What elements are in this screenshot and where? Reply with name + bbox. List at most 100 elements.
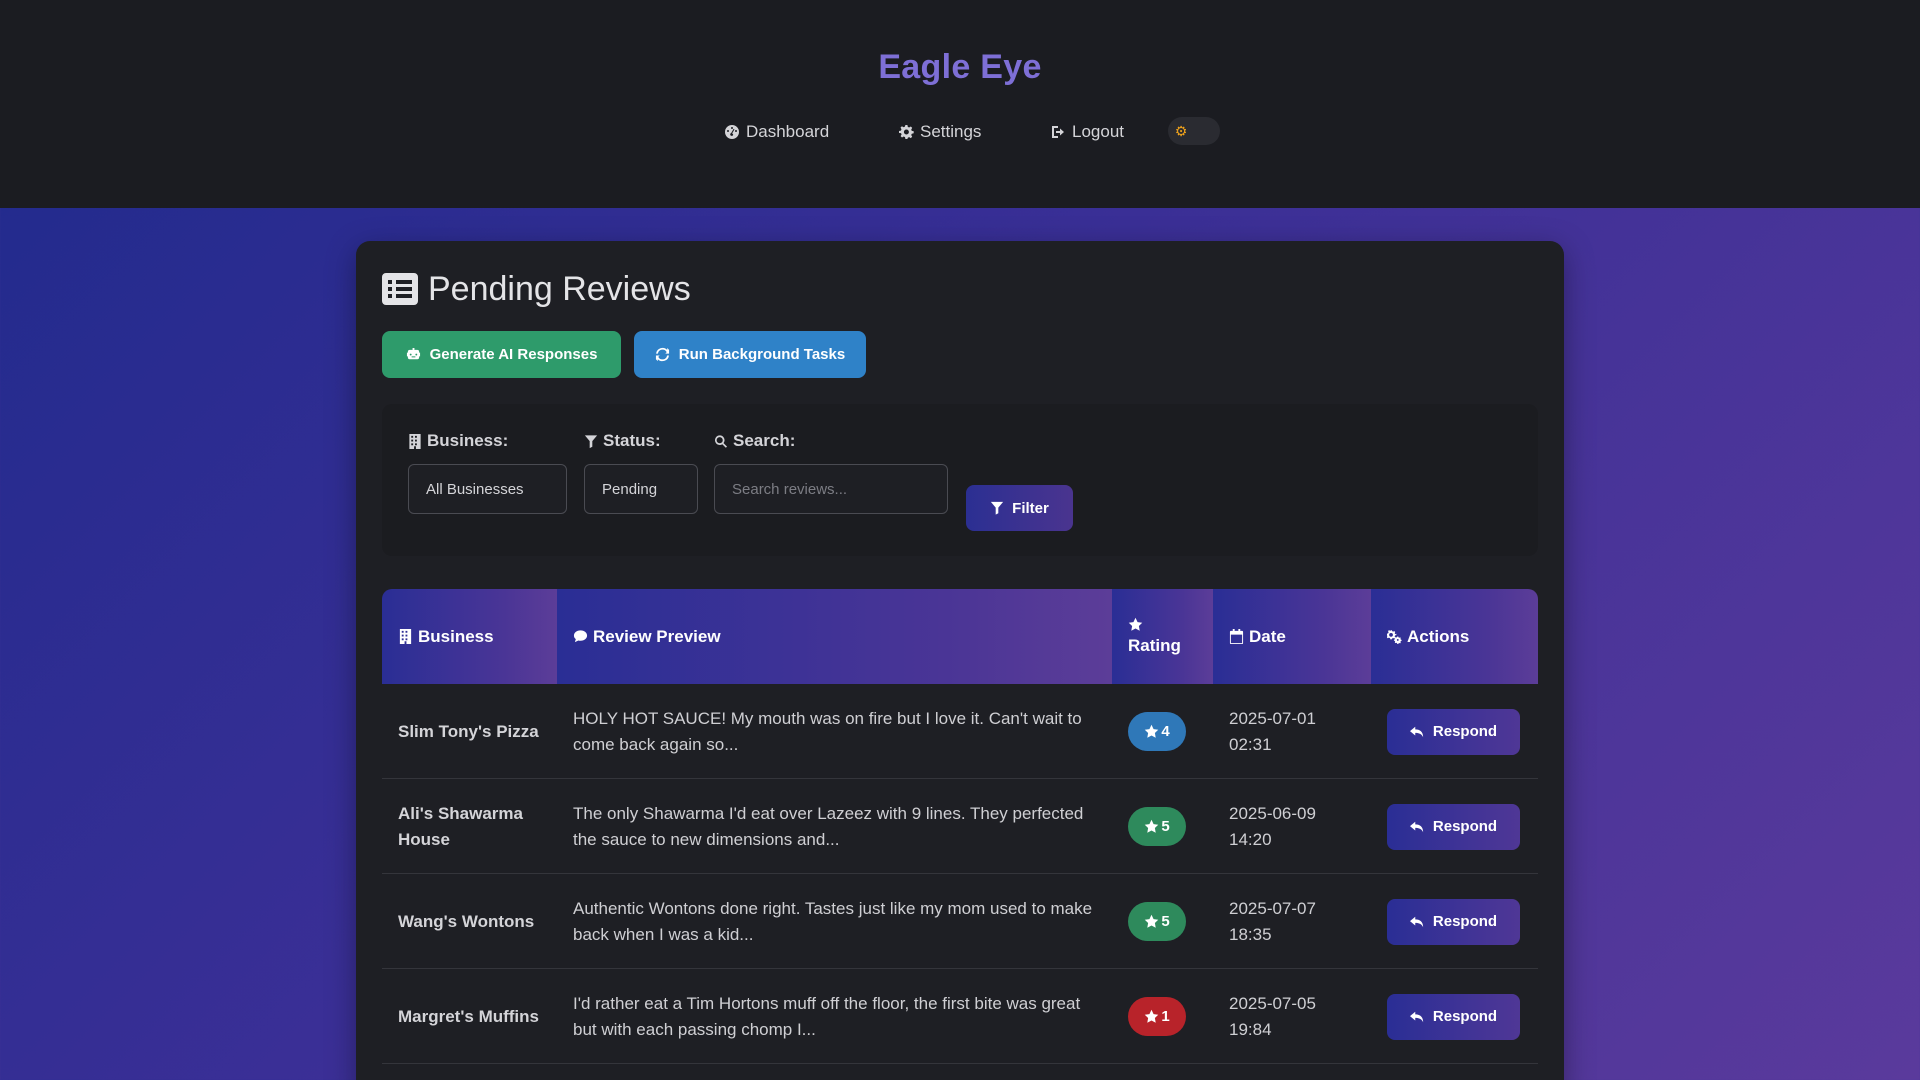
reply-icon: [1409, 1011, 1424, 1022]
respond-button[interactable]: Respond: [1387, 708, 1520, 755]
robot-icon: [406, 347, 420, 360]
nav-dashboard-label: Dashboard: [746, 122, 830, 141]
filter-panel: Business: All Businesses Status: Pending…: [382, 404, 1538, 556]
row-business: Margret's Muffins: [398, 1006, 539, 1026]
th-business-label: Business: [418, 626, 494, 646]
th-business: Business: [382, 589, 557, 684]
star-icon: [1145, 819, 1159, 833]
business-filter-label: Business:: [408, 430, 508, 452]
row-actions: Respond: [1371, 779, 1538, 874]
table-row: Slim Tony's Pizza HOLY HOT SAUCE! My mou…: [382, 684, 1538, 779]
th-date: Date: [1213, 589, 1371, 684]
funnel-icon: [584, 434, 598, 448]
row-preview: Authentic Wontons done right. Tastes jus…: [573, 898, 1093, 944]
respond-button[interactable]: Respond: [1387, 898, 1520, 945]
reply-icon: [1409, 916, 1424, 927]
th-preview-label: Review Preview: [593, 626, 721, 646]
star-icon: [1145, 1009, 1159, 1023]
background-label: Run Background Tasks: [678, 346, 846, 363]
refresh-icon: [655, 347, 669, 362]
table-row: Ali's Shawarma House The only Shawarma I…: [382, 779, 1538, 874]
funnel-icon: [991, 501, 1004, 515]
rating-badge: 5: [1128, 807, 1186, 846]
th-date-label: Date: [1249, 626, 1286, 646]
row-actions: Respond: [1371, 684, 1538, 779]
rating-value: 5: [1161, 818, 1170, 835]
status-filter-label: Status:: [584, 430, 661, 452]
respond-label: Respond: [1432, 723, 1498, 740]
search-icon: [715, 434, 728, 448]
star-icon: [1128, 617, 1143, 631]
th-rating-label: Rating: [1128, 636, 1181, 655]
comment-icon: [573, 630, 588, 643]
respond-label: Respond: [1432, 913, 1498, 930]
th-actions-label: Actions: [1407, 626, 1470, 646]
th-rating: Rating: [1112, 589, 1213, 684]
building-icon: [399, 629, 412, 644]
respond-label: Respond: [1432, 1008, 1498, 1025]
generate-ai-responses-button[interactable]: Generate AI Responses: [382, 331, 621, 378]
table-row: Wang's Wontons Authentic Wontons done ri…: [382, 874, 1538, 969]
reply-icon: [1409, 726, 1424, 737]
reply-icon: [1409, 821, 1424, 832]
rating-badge: 1: [1128, 997, 1186, 1036]
row-preview: HOLY HOT SAUCE! My mouth was on fire but…: [573, 708, 1082, 754]
run-background-tasks-button[interactable]: Run Background Tasks: [634, 331, 866, 378]
filter-button[interactable]: Filter: [966, 485, 1073, 531]
generate-label: Generate AI Responses: [429, 346, 598, 363]
nav-dashboard[interactable]: Dashboard: [724, 118, 829, 146]
row-business: Wang's Wontons: [398, 911, 535, 931]
respond-label: Respond: [1432, 818, 1498, 835]
row-date: 2025-07-07 18:35: [1229, 898, 1316, 944]
row-date: 2025-07-01 02:31: [1229, 708, 1316, 754]
search-input[interactable]: [714, 464, 948, 514]
rating-badge: 5: [1128, 902, 1186, 941]
page-title-text: Pending Reviews: [428, 269, 691, 308]
star-icon: [1145, 724, 1159, 738]
nav-logout-label: Logout: [1072, 122, 1124, 141]
row-rating: 1: [1112, 969, 1213, 1064]
search-label-text: Search:: [733, 431, 796, 450]
pending-reviews-card: Pending Reviews Generate AI Responses Ru…: [356, 241, 1564, 1080]
respond-button[interactable]: Respond: [1387, 993, 1520, 1040]
th-actions: Actions: [1371, 589, 1538, 684]
row-date: 2025-06-09 14:20: [1229, 803, 1316, 849]
app-title: Eagle Eye: [878, 48, 1042, 86]
business-label-text: Business:: [427, 431, 509, 450]
table-header: Business Review Preview Rating Date Acti…: [382, 589, 1538, 684]
main-nav: Dashboard Settings Logout: [0, 118, 1920, 146]
page-title: Pending Reviews: [382, 267, 691, 311]
nav-settings[interactable]: Settings: [898, 118, 981, 146]
business-select[interactable]: All Businesses: [408, 464, 567, 514]
row-actions: Respond: [1371, 874, 1538, 969]
calendar-icon: [1229, 629, 1244, 644]
list-icon: [382, 273, 418, 305]
th-review-preview: Review Preview: [557, 589, 1112, 684]
dashboard-icon: [725, 125, 739, 139]
status-label-text: Status:: [603, 431, 661, 450]
rating-value: 5: [1161, 913, 1170, 930]
row-rating: 4: [1112, 684, 1213, 779]
row-rating: 5: [1112, 779, 1213, 874]
nav-logout[interactable]: Logout: [1050, 118, 1124, 146]
building-icon: [409, 433, 421, 449]
row-rating: 5: [1112, 874, 1213, 969]
nav-settings-label: Settings: [920, 122, 982, 141]
top-header: Eagle Eye Dashboard Settings Logout ⚙: [0, 0, 1920, 208]
rating-value: 4: [1161, 723, 1170, 740]
search-filter-label: Search:: [714, 430, 795, 452]
sun-icon: ⚙: [1174, 123, 1188, 139]
reviews-table: Business Review Preview Rating Date Acti…: [382, 589, 1538, 1064]
logout-icon: [1052, 126, 1064, 138]
table-row: Margret's Muffins I'd rather eat a Tim H…: [382, 969, 1538, 1064]
gear-icon: [899, 125, 914, 139]
gears-icon: [1387, 629, 1402, 644]
theme-toggle[interactable]: ⚙: [1168, 117, 1220, 145]
rating-value: 1: [1161, 1008, 1170, 1025]
rating-badge: 4: [1128, 712, 1186, 751]
row-business: Ali's Shawarma House: [398, 803, 523, 849]
status-select[interactable]: Pending: [584, 464, 698, 514]
respond-button[interactable]: Respond: [1387, 803, 1520, 850]
star-icon: [1145, 914, 1159, 928]
row-actions: Respond: [1371, 969, 1538, 1064]
